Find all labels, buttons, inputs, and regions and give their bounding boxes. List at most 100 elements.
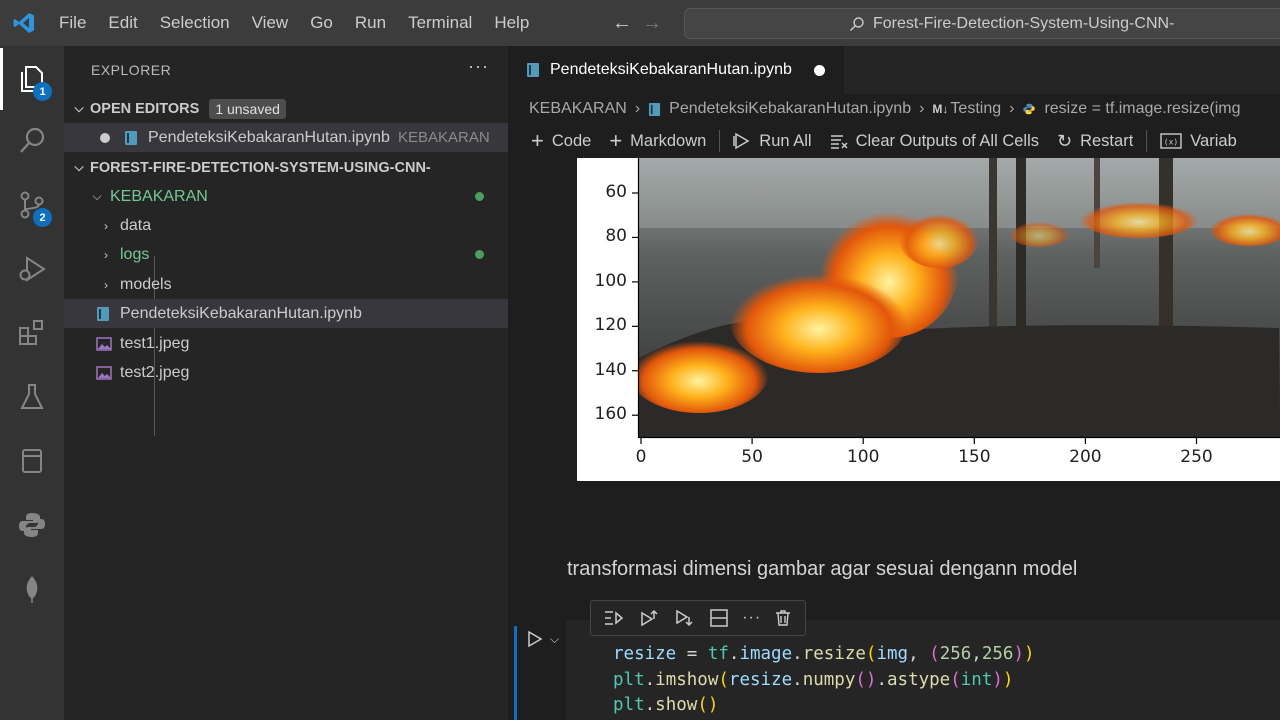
clear-all-icon	[830, 135, 848, 149]
testing-activity[interactable]	[0, 366, 64, 428]
more-actions-icon[interactable]: ···	[742, 609, 761, 627]
execute-above-icon[interactable]	[604, 609, 626, 627]
open-editors-label: OPEN EDITORS	[90, 100, 200, 117]
y-tick-label: 140	[594, 359, 627, 380]
x-tick-label: 0	[635, 447, 647, 467]
restart-label: Restart	[1080, 131, 1134, 150]
breadcrumb-section[interactable]: Testing	[950, 100, 1001, 118]
tree-item-models[interactable]: › models	[64, 270, 508, 299]
remote-explorer-icon	[22, 449, 42, 473]
search-activity[interactable]	[0, 110, 64, 172]
vscode-logo-icon	[0, 0, 48, 46]
forward-arrow-icon[interactable]: →	[642, 12, 662, 35]
execute-cell-below-icon[interactable]	[639, 609, 661, 627]
menu-run[interactable]: Run	[344, 0, 397, 46]
restart-icon: ↻	[1057, 130, 1073, 151]
chevron-down-icon: ⌵	[74, 101, 84, 115]
breadcrumb-separator-icon: ›	[919, 100, 925, 117]
run-all-button[interactable]: Run All	[724, 132, 820, 151]
cell-focus-indicator	[514, 626, 517, 720]
toolbar-divider	[719, 130, 721, 152]
breadcrumb-folder[interactable]: KEBAKARAN	[529, 100, 627, 118]
scm-badge: 2	[33, 208, 52, 227]
add-code-button[interactable]: + Code	[522, 128, 600, 154]
tree-item-label: logs	[120, 245, 150, 263]
nav-arrows: ← →	[612, 0, 662, 46]
extensions-activity[interactable]	[0, 302, 64, 364]
variables-button[interactable]: (x) Variab	[1151, 132, 1245, 151]
unsaved-badge: 1 unsaved	[209, 98, 286, 119]
image-file-icon	[96, 365, 112, 380]
menu-bar: File Edit Selection View Go Run Terminal…	[48, 0, 540, 46]
plus-icon: +	[531, 128, 544, 153]
split-cell-icon[interactable]	[709, 609, 729, 627]
search-icon	[20, 127, 45, 153]
explorer-badge: 1	[33, 82, 52, 101]
chevron-right-icon: ›	[104, 247, 108, 262]
open-editor-item[interactable]: PendeteksiKebakaranHutan.ipynb KEBAKARAN	[64, 123, 508, 152]
tree-item-logs[interactable]: › logs	[64, 240, 508, 269]
chevron-down-icon: ⌵	[74, 160, 84, 174]
source-control-activity[interactable]: 2	[0, 174, 64, 236]
plot-axes	[632, 158, 1280, 444]
folder-kebakaran-label: KEBAKARAN	[110, 187, 208, 205]
add-markdown-button[interactable]: + Markdown	[600, 128, 715, 154]
y-tick-label: 160	[594, 404, 627, 425]
remote-activity[interactable]	[0, 430, 64, 492]
folder-kebakaran[interactable]: ⌵ KEBAKARAN	[64, 182, 508, 211]
search-icon	[850, 16, 864, 31]
plus-icon: +	[609, 128, 623, 153]
menu-go[interactable]: Go	[299, 0, 344, 46]
search-text: Forest-Fire-Detection-System-Using-CNN-	[873, 14, 1175, 32]
menu-selection[interactable]: Selection	[149, 0, 241, 46]
explorer-activity[interactable]: 1	[0, 48, 64, 110]
tab-notebook[interactable]: PendeteksiKebakaranHutan.ipynb	[508, 46, 844, 94]
command-center-search[interactable]: Forest-Fire-Detection-System-Using-CNN-	[684, 8, 1280, 39]
tree-item-label: test1.jpeg	[120, 334, 190, 352]
open-editor-folder: KEBAKARAN	[397, 129, 490, 146]
tree-item-test1[interactable]: test1.jpeg	[64, 329, 508, 358]
execute-below-icon[interactable]	[674, 609, 696, 627]
markdown-cell-text[interactable]: transformasi dimensi gambar agar sesuai …	[567, 558, 1077, 581]
menu-edit[interactable]: Edit	[97, 0, 148, 46]
chevron-right-icon: ›	[104, 218, 108, 233]
run-debug-icon	[19, 256, 46, 282]
more-actions-icon[interactable]: ···	[468, 56, 489, 77]
code-editor[interactable]: resize = tf.image.resize(img, (256,256))…	[613, 642, 1035, 719]
chevron-down-icon[interactable]: ⌵	[550, 632, 559, 647]
y-tick-label: 80	[605, 226, 627, 247]
tree-item-label: PendeteksiKebakaranHutan.ipynb	[120, 304, 362, 322]
tree-item-label: models	[120, 275, 172, 293]
code-label: Code	[551, 131, 592, 150]
menu-help[interactable]: Help	[483, 0, 540, 46]
open-editors-header[interactable]: ⌵ OPEN EDITORS 1 unsaved	[64, 94, 508, 123]
run-debug-activity[interactable]	[0, 238, 64, 300]
python-activity[interactable]	[0, 494, 64, 556]
tab-label: PendeteksiKebakaranHutan.ipynb	[550, 61, 792, 78]
y-tick-label: 60	[605, 182, 627, 202]
restart-button[interactable]: ↻ Restart	[1048, 131, 1142, 152]
activity-bar: 1 2	[0, 46, 64, 720]
tree-item-data[interactable]: › data	[64, 211, 508, 240]
project-label: FOREST-FIRE-DETECTION-SYSTEM-USING-CNN-	[90, 159, 431, 176]
menu-view[interactable]: View	[241, 0, 300, 46]
breadcrumb-symbol[interactable]: resize = tf.image.resize(img	[1044, 100, 1240, 118]
python-icon	[19, 513, 45, 537]
breadcrumb-file[interactable]: PendeteksiKebakaranHutan.ipynb	[669, 100, 911, 118]
delete-cell-icon[interactable]	[774, 609, 792, 627]
clear-outputs-button[interactable]: Clear Outputs of All Cells	[821, 132, 1048, 151]
project-header[interactable]: ⌵ FOREST-FIRE-DETECTION-SYSTEM-USING-CNN…	[64, 153, 508, 182]
back-arrow-icon[interactable]: ←	[612, 12, 632, 35]
tree-item-test2[interactable]: test2.jpeg	[64, 358, 508, 387]
explorer-sidebar: EXPLORER ··· ⌵ OPEN EDITORS 1 unsaved Pe…	[64, 46, 508, 720]
run-cell-icon[interactable]	[526, 630, 544, 648]
mongodb-activity[interactable]	[0, 558, 64, 620]
menu-file[interactable]: File	[48, 0, 97, 46]
menu-terminal[interactable]: Terminal	[397, 0, 483, 46]
tab-bar: PendeteksiKebakaranHutan.ipynb	[508, 46, 1280, 94]
explorer-title: EXPLORER	[91, 62, 172, 78]
unsaved-dot-icon[interactable]	[813, 64, 825, 76]
y-tick-label: 100	[594, 270, 627, 291]
tree-item-notebook[interactable]: PendeteksiKebakaranHutan.ipynb	[64, 299, 508, 328]
unsaved-dot-icon[interactable]	[100, 132, 110, 143]
